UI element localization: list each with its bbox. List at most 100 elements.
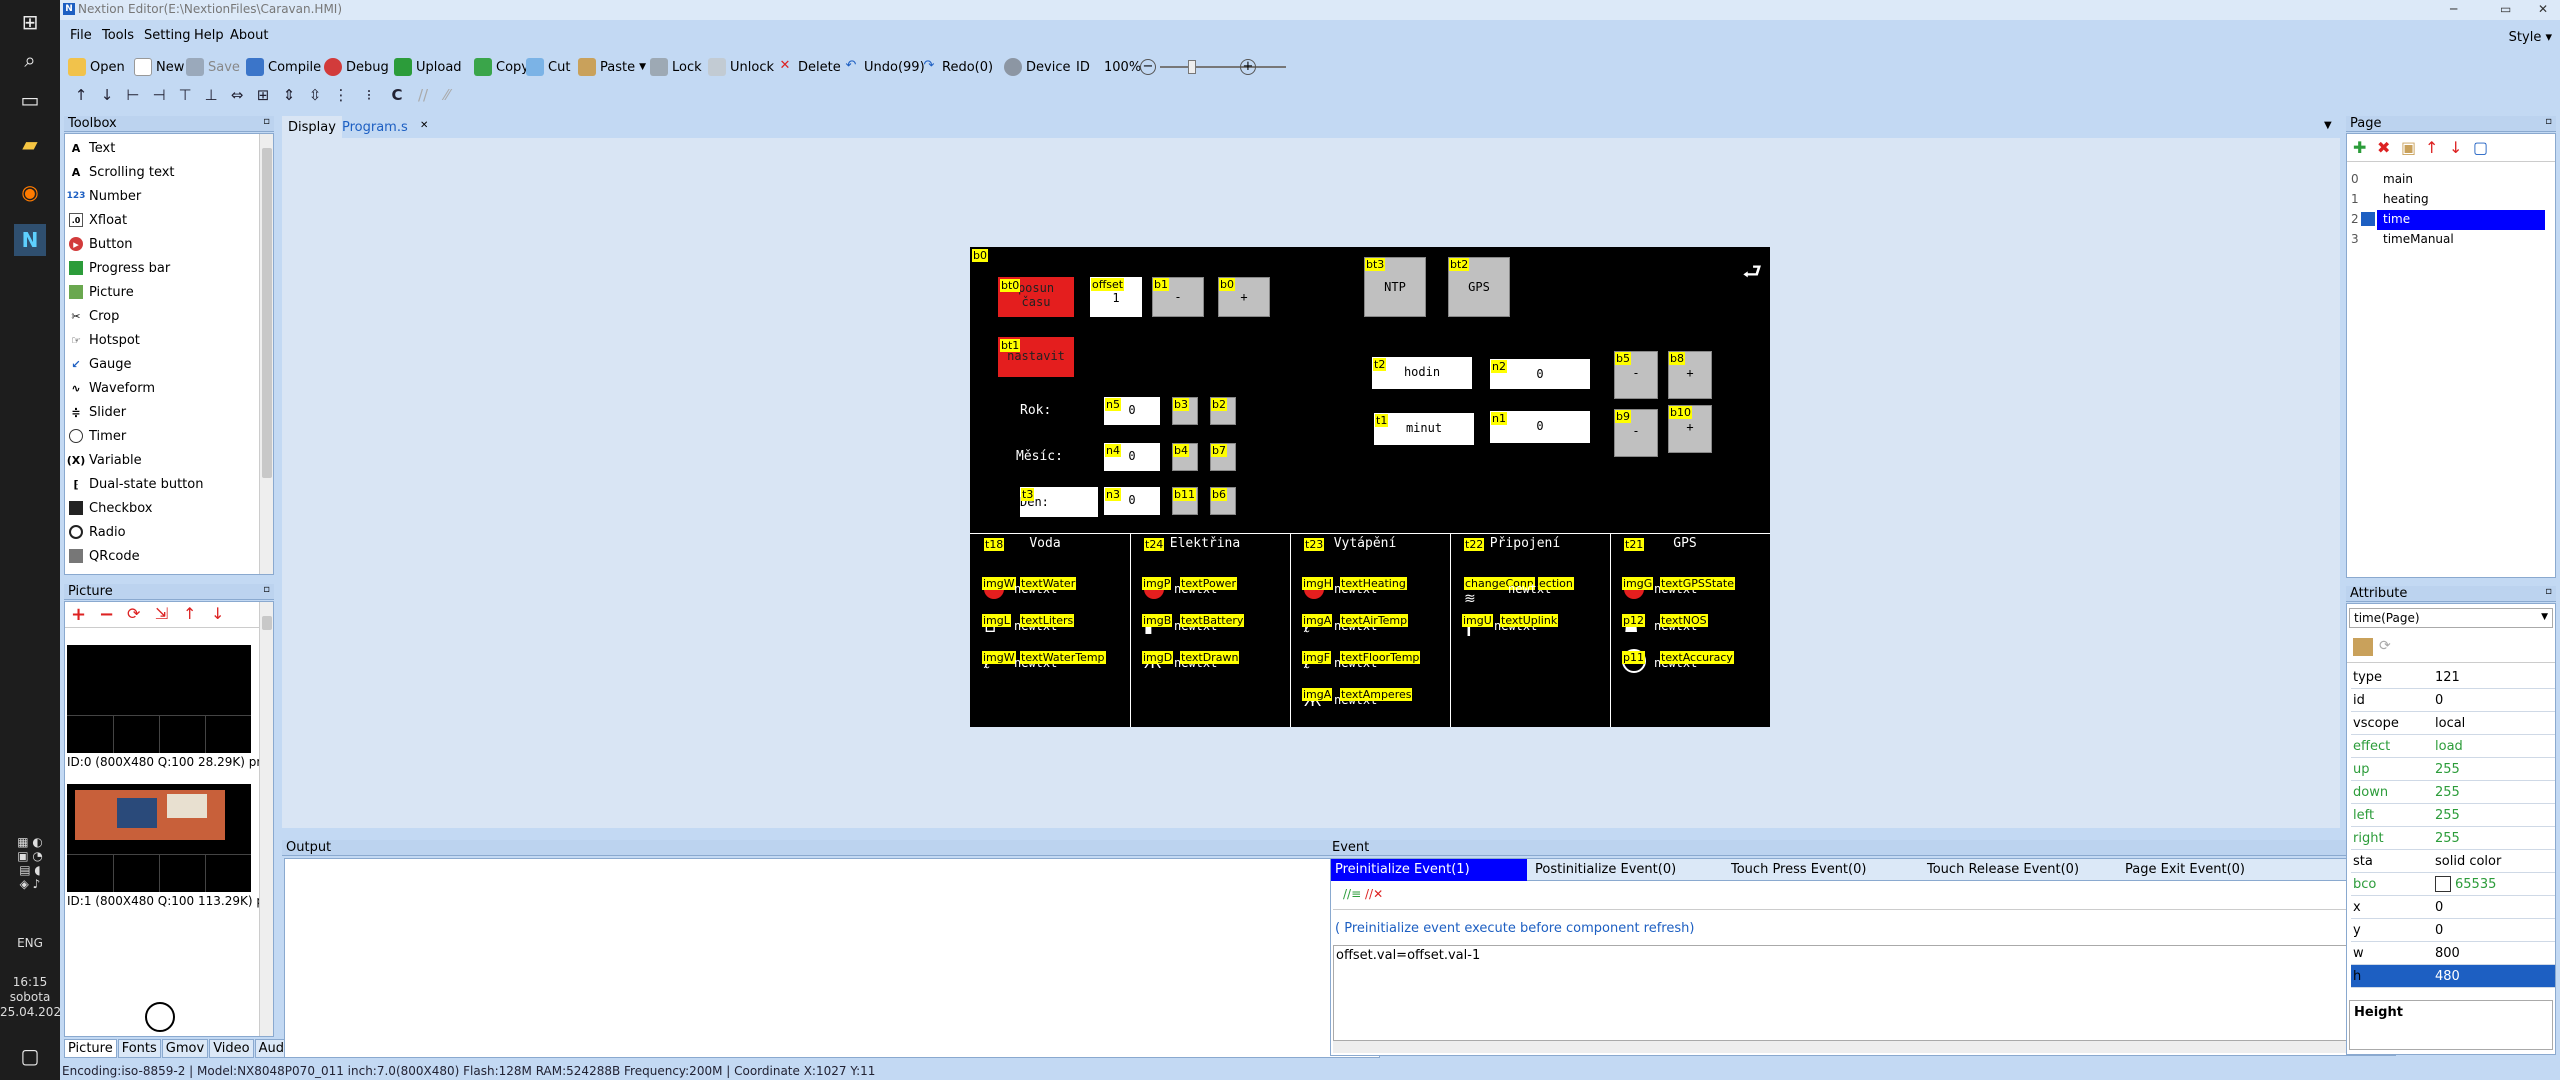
clock-time[interactable]: 16:15 bbox=[0, 975, 60, 989]
firefox-icon[interactable]: ◉ bbox=[14, 176, 46, 208]
tab-touch-press-event[interactable]: Touch Press Event(0) bbox=[1731, 862, 1866, 877]
zoom-out-button[interactable]: − bbox=[1140, 56, 1156, 78]
attribute-row-y[interactable]: y0 bbox=[2351, 919, 2555, 942]
toolbox-item-scrolling-text[interactable]: A Scrolling text bbox=[69, 161, 175, 183]
space-evenly-icon[interactable]: ⋮ bbox=[330, 86, 352, 108]
attribute-row-up[interactable]: up 255 bbox=[2351, 758, 2555, 781]
file-explorer-icon[interactable]: ▰ bbox=[14, 128, 46, 160]
comment-icon[interactable]: // bbox=[412, 86, 434, 108]
align-bottom-icon[interactable]: ⊥ bbox=[200, 86, 222, 108]
copy-page-icon[interactable]: ▢ bbox=[2473, 138, 2488, 157]
uncomment-icon[interactable]: //✕ bbox=[1365, 887, 1383, 901]
paste-button[interactable]: Paste ▼ bbox=[578, 56, 646, 78]
attribute-row-bco[interactable]: bco 65535 bbox=[2351, 873, 2555, 896]
align-right-icon[interactable]: ⊣ bbox=[148, 86, 170, 108]
toolbox-item-slider[interactable]: ≑ Slider bbox=[69, 401, 126, 423]
tray-icons[interactable]: ▦ ◐ ▣ ◔ ▤ ◖ ◈ ♪ bbox=[0, 835, 60, 891]
tab-display[interactable]: Display bbox=[282, 116, 342, 138]
align-top-icon[interactable]: ⊤ bbox=[174, 86, 196, 108]
output-log[interactable] bbox=[284, 858, 1380, 1058]
menu-setting[interactable]: Setting bbox=[144, 28, 191, 43]
zoom-slider[interactable] bbox=[1160, 56, 1286, 78]
event-hscrollbar[interactable] bbox=[1333, 1041, 2393, 1053]
page-item-time[interactable]: 2 time bbox=[2347, 210, 2547, 230]
tab-preinitialize-event[interactable]: Preinitialize Event(1) bbox=[1331, 859, 1527, 881]
toolbox-item-dual-state-button[interactable]: ⁅ Dual-state button bbox=[69, 473, 203, 495]
sort-icon[interactable] bbox=[2353, 638, 2373, 656]
task-view-icon[interactable]: ▭ bbox=[14, 84, 46, 116]
tab-touch-release-event[interactable]: Touch Release Event(0) bbox=[1927, 862, 2079, 877]
menu-help[interactable]: Help bbox=[194, 28, 224, 43]
add-page-icon[interactable]: ✚ bbox=[2353, 138, 2366, 157]
unlock-button[interactable]: Unlock bbox=[708, 56, 774, 78]
hmi-screen-page-time[interactable]: b0 ⮐ posun času bt0 1 offset - b1 + b0 NT… bbox=[970, 247, 1770, 727]
comment-icon[interactable]: //≡ bbox=[1343, 887, 1361, 901]
pin-icon[interactable]: ▫ bbox=[2545, 586, 2552, 597]
delete-page-icon[interactable]: ✖ bbox=[2377, 138, 2390, 157]
tab-gmov[interactable]: Gmov bbox=[161, 1039, 209, 1058]
toolbox-item-qrcode[interactable]: QRcode bbox=[69, 545, 140, 567]
page-item-heating[interactable]: 1 heating bbox=[2347, 190, 2547, 210]
device-button[interactable]: Device bbox=[1004, 56, 1070, 78]
distribute-icon[interactable]: ⁝ bbox=[358, 86, 380, 108]
pin-icon[interactable]: ▫ bbox=[263, 584, 270, 595]
lock-button[interactable]: Lock bbox=[650, 56, 702, 78]
close-tab-icon[interactable]: ✕ bbox=[414, 116, 434, 138]
tab-video[interactable]: Video bbox=[209, 1039, 254, 1058]
color-swatch[interactable] bbox=[2435, 876, 2451, 892]
redo-button[interactable]: ↷ Redo(0) bbox=[920, 56, 994, 78]
attribute-row-type[interactable]: type 121 bbox=[2351, 666, 2555, 689]
toolbox-item-crop[interactable]: ✂ Crop bbox=[69, 305, 119, 327]
zoom-in-button[interactable]: + bbox=[1240, 56, 1256, 78]
toolbox-item-timer[interactable]: Timer bbox=[69, 425, 126, 447]
tab-program[interactable]: Program.s bbox=[336, 116, 414, 138]
pin-icon[interactable]: ▫ bbox=[263, 116, 270, 127]
back-arrow-icon[interactable]: ⮐ bbox=[1742, 255, 1762, 293]
menu-tools[interactable]: Tools bbox=[102, 28, 134, 43]
upload-button[interactable]: Upload bbox=[394, 56, 462, 78]
attribute-row-right[interactable]: right 255 bbox=[2351, 827, 2555, 850]
toolbox-item-picture[interactable]: Picture bbox=[69, 281, 134, 303]
toolbox-item-checkbox[interactable]: Checkbox bbox=[69, 497, 153, 519]
attribute-row-effect[interactable]: effect load bbox=[2351, 735, 2555, 758]
save-button[interactable]: Save bbox=[186, 56, 240, 78]
delete-button[interactable]: ✕ Delete bbox=[776, 56, 841, 78]
tab-page-exit-event[interactable]: Page Exit Event(0) bbox=[2125, 862, 2245, 877]
toolbox-item-xfloat[interactable]: .0 Xfloat bbox=[69, 209, 127, 231]
move-up-icon[interactable]: ↑ bbox=[70, 86, 92, 108]
attribute-row-vscope[interactable]: vscope local bbox=[2351, 712, 2555, 735]
grid-icon[interactable]: ⊞ bbox=[252, 86, 274, 108]
component-select[interactable]: time(Page) ▼ bbox=[2349, 608, 2553, 628]
move-down-icon[interactable]: ↓ bbox=[2449, 138, 2462, 157]
language-indicator[interactable]: ENG bbox=[0, 936, 60, 950]
toolbox-item-button[interactable]: ▸ Button bbox=[69, 233, 133, 255]
page-item-main[interactable]: 0 main bbox=[2347, 170, 2547, 190]
close-button[interactable]: ✕ bbox=[2538, 2, 2548, 16]
picture-thumb-0[interactable] bbox=[67, 645, 251, 753]
attribute-row-id[interactable]: id 0 bbox=[2351, 689, 2555, 712]
zoom-slider-thumb[interactable] bbox=[1188, 56, 1196, 78]
uncomment-icon[interactable]: ⁄⁄ bbox=[436, 86, 458, 108]
cut-button[interactable]: Cut bbox=[526, 56, 570, 78]
debug-button[interactable]: Debug bbox=[324, 56, 389, 78]
insert-page-icon[interactable]: ▣ bbox=[2401, 138, 2416, 157]
attribute-row-sta[interactable]: sta solid color bbox=[2351, 850, 2555, 873]
move-up-icon[interactable]: ↑ bbox=[2425, 138, 2438, 157]
same-height-icon[interactable]: ⇳ bbox=[304, 86, 326, 108]
tab-picture[interactable]: Picture bbox=[64, 1039, 117, 1058]
nextion-icon[interactable]: N bbox=[14, 224, 46, 256]
move-down-icon[interactable]: ↓ bbox=[96, 86, 118, 108]
copy-button[interactable]: Copy bbox=[474, 56, 529, 78]
align-left-icon[interactable]: ⊢ bbox=[122, 86, 144, 108]
text-code-icon[interactable]: C bbox=[386, 86, 408, 108]
notification-icon[interactable]: ▢ bbox=[14, 1040, 46, 1072]
toolbox-scrollbar[interactable] bbox=[259, 134, 273, 574]
page-item-timemanual[interactable]: 3 timeManual bbox=[2347, 230, 2547, 250]
style-menu[interactable]: Style ▾ bbox=[2509, 30, 2552, 45]
toolbox-item-number[interactable]: 123 Number bbox=[67, 185, 142, 207]
attribute-row-down[interactable]: down 255 bbox=[2351, 781, 2555, 804]
center-horizontal-icon[interactable]: ⇔ bbox=[226, 86, 248, 108]
search-icon[interactable]: ⌕ bbox=[14, 44, 46, 76]
undo-button[interactable]: ↶ Undo(99) bbox=[842, 56, 925, 78]
toolbox-item-progress-bar[interactable]: Progress bar bbox=[69, 257, 170, 279]
